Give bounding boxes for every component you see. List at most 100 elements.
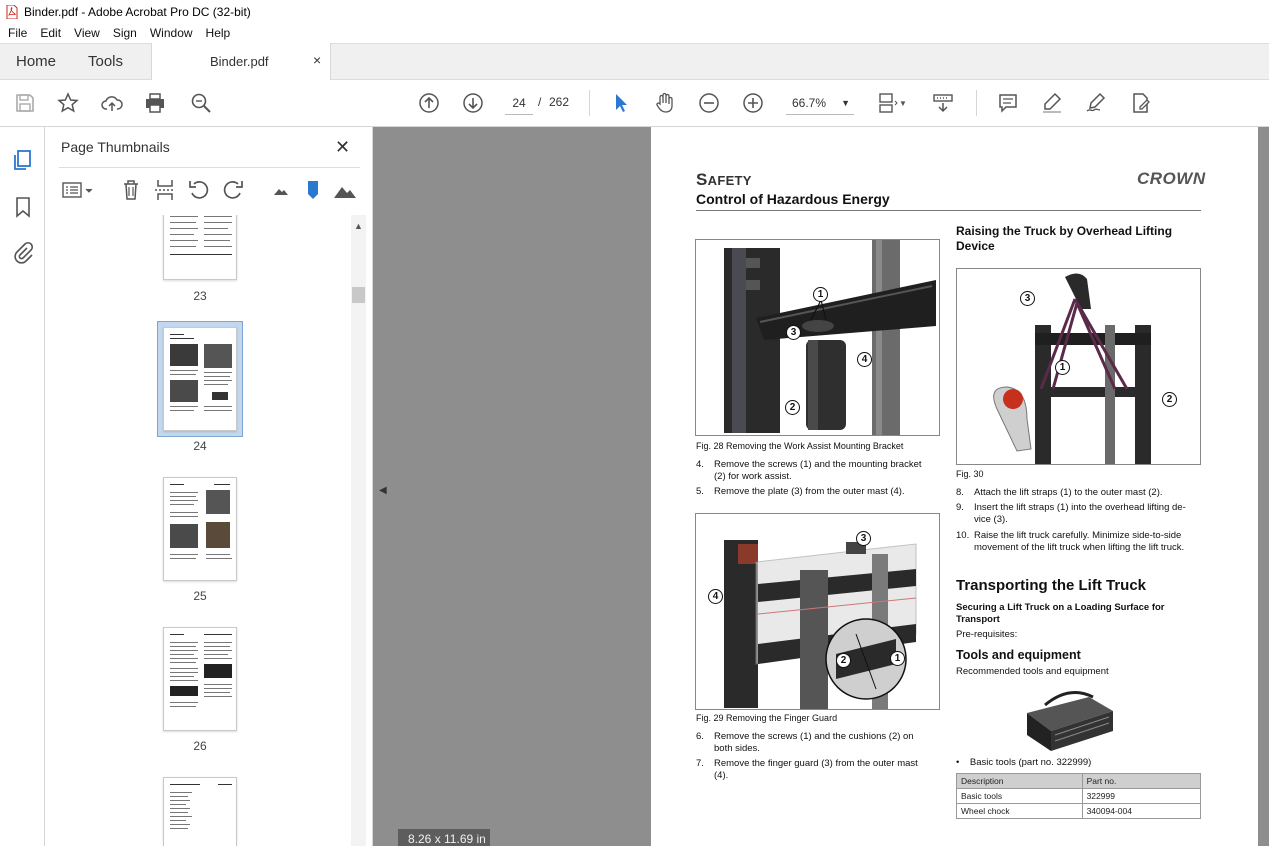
page-thumbnail-27[interactable] [163, 777, 237, 846]
rotate-right-icon[interactable] [221, 178, 245, 202]
close-icon[interactable]: ✕ [335, 137, 350, 158]
step-text: Remove the screws (1) and the mounting b… [714, 459, 922, 470]
fit-page-icon[interactable] [875, 91, 899, 115]
scroll-mode-icon[interactable] [931, 91, 955, 115]
next-page-icon[interactable] [461, 91, 485, 115]
step-number: 8. [956, 487, 964, 498]
zoom-out-icon[interactable] [697, 91, 721, 115]
zoom-level-select[interactable]: 66.7% ▼ [786, 91, 854, 115]
thumbnails-panel: Page Thumbnails ✕ 23 24 25 26 ▲ [45, 127, 373, 846]
menu-help[interactable]: Help [206, 26, 231, 40]
page-thumbnail-25[interactable] [163, 477, 237, 581]
step-text: movement of the lift truck when lifting … [974, 542, 1185, 553]
raising-heading-line2: Device [956, 239, 995, 253]
fill-sign-icon[interactable] [1128, 91, 1152, 115]
menu-bar: File Edit View Sign Window Help [0, 23, 1269, 43]
tab-close-button[interactable]: × [313, 52, 321, 68]
prerequisites-text: Pre-requisites: [956, 629, 1018, 640]
lifting-photo [957, 269, 1200, 464]
page-size-badge: 8.26 x 11.69 in [398, 829, 490, 846]
title-bar: Binder.pdf - Adobe Acrobat Pro DC (32-bi… [0, 0, 1269, 23]
hand-tool-icon[interactable] [653, 91, 677, 115]
thumbnail-label: 24 [193, 439, 207, 453]
chevron-down-icon: ▼ [841, 98, 850, 108]
scroll-up-icon[interactable]: ▲ [354, 221, 363, 231]
table-header: Part no. [1081, 773, 1202, 789]
step-10: 10. Raise the lift truck carefully. Mini… [956, 530, 1211, 554]
table-cell: 340094-004 [1081, 803, 1202, 819]
draw-sign-icon[interactable] [1084, 91, 1108, 115]
thumbnail-list: 23 24 25 26 [45, 215, 350, 846]
subsection-heading: Control of Hazardous Energy [696, 191, 890, 207]
table-header: Description [956, 773, 1083, 789]
tab-document[interactable]: Binder.pdf × [151, 43, 331, 81]
save-icon[interactable] [13, 91, 37, 115]
step-number: 7. [696, 758, 704, 769]
bookmark-icon[interactable] [11, 195, 35, 219]
rotate-left-icon[interactable] [187, 178, 211, 202]
star-icon[interactable] [56, 91, 80, 115]
scrollbar-thumb[interactable] [352, 287, 365, 303]
callout-4: 4 [708, 589, 723, 604]
page-thumbnail-26[interactable] [163, 627, 237, 731]
page-thumbnails-icon[interactable] [11, 148, 35, 172]
menu-sign[interactable]: Sign [113, 26, 137, 40]
tab-home[interactable]: Home [16, 53, 56, 70]
callout-4: 4 [857, 352, 872, 367]
tools-table: Description Part no. Basic tools 322999 … [956, 773, 1202, 819]
step-7: 7. Remove the finger guard (3) from the … [696, 758, 946, 782]
table-cell: 322999 [1081, 788, 1202, 804]
upload-cloud-icon[interactable] [100, 91, 124, 115]
insert-page-icon[interactable] [153, 178, 177, 202]
figure-29-caption: Fig. 29 Removing the Finger Guard [696, 713, 838, 723]
step-number: 6. [696, 731, 704, 742]
tab-tools[interactable]: Tools [88, 53, 123, 70]
menu-file[interactable]: File [8, 26, 27, 40]
collapse-panel-icon[interactable]: ◀ [379, 485, 387, 496]
previous-page-icon[interactable] [417, 91, 441, 115]
zoom-in-icon[interactable] [741, 91, 765, 115]
options-menu-icon[interactable] [61, 178, 95, 202]
securing-heading-line2: Transport [956, 614, 1000, 625]
page-thumbnail-24[interactable] [163, 327, 237, 431]
thumbnail-larger-icon[interactable] [333, 178, 357, 202]
highlight-pen-icon[interactable] [1040, 91, 1064, 115]
delete-page-icon[interactable] [119, 178, 143, 202]
thumbnail-smaller-icon[interactable] [269, 178, 293, 202]
tools-text: Recommended tools and equipment [956, 666, 1109, 677]
bullet-text: Basic tools (part no. 322999) [969, 757, 1092, 768]
panel-title: Page Thumbnails [61, 139, 170, 155]
bullet-icon: • [956, 757, 970, 768]
thumbnail-size-slider[interactable] [301, 178, 325, 202]
thumbnail-tools [45, 175, 373, 205]
menu-window[interactable]: Window [150, 26, 193, 40]
tools-heading: Tools and equipment [956, 648, 1081, 662]
select-cursor-icon[interactable] [609, 91, 633, 115]
page-gutter [1258, 127, 1269, 846]
menu-view[interactable]: View [74, 26, 100, 40]
panel-divider [59, 167, 360, 168]
callout-3: 3 [856, 531, 871, 546]
step-number: 10. [956, 530, 970, 541]
transport-heading: Transporting the Lift Truck [956, 577, 1147, 594]
step-text: Remove the plate (3) from the outer mast… [714, 486, 905, 497]
attachment-icon[interactable] [11, 240, 35, 264]
zoom-search-icon[interactable] [189, 91, 213, 115]
print-icon[interactable] [143, 91, 167, 115]
fit-page-caret-icon[interactable]: ▼ [897, 91, 909, 115]
step-text: (4). [714, 770, 729, 781]
pdf-page: SAFETY Control of Hazardous Energy CROWN [651, 127, 1258, 846]
comment-icon[interactable] [996, 91, 1020, 115]
document-viewport[interactable]: ◀ 8.26 x 11.69 in SAFETY Control of Haza… [373, 127, 1269, 846]
figure-30-caption: Fig. 30 [956, 469, 984, 479]
callout-2: 2 [836, 653, 851, 668]
page-number-input[interactable]: 24 [505, 91, 533, 115]
window-title: Binder.pdf - Adobe Acrobat Pro DC (32-bi… [24, 4, 251, 19]
page-thumbnail-23[interactable] [163, 215, 237, 280]
step-text: Attach the lift straps (1) to the outer … [974, 487, 1163, 498]
thumbnail-scrollbar[interactable]: ▲ [351, 215, 366, 846]
toolbar-divider [589, 90, 590, 116]
menu-edit[interactable]: Edit [40, 26, 61, 40]
zoom-level-value: 66.7% [792, 96, 827, 110]
figure-28-image: 1 3 4 2 [695, 239, 940, 436]
